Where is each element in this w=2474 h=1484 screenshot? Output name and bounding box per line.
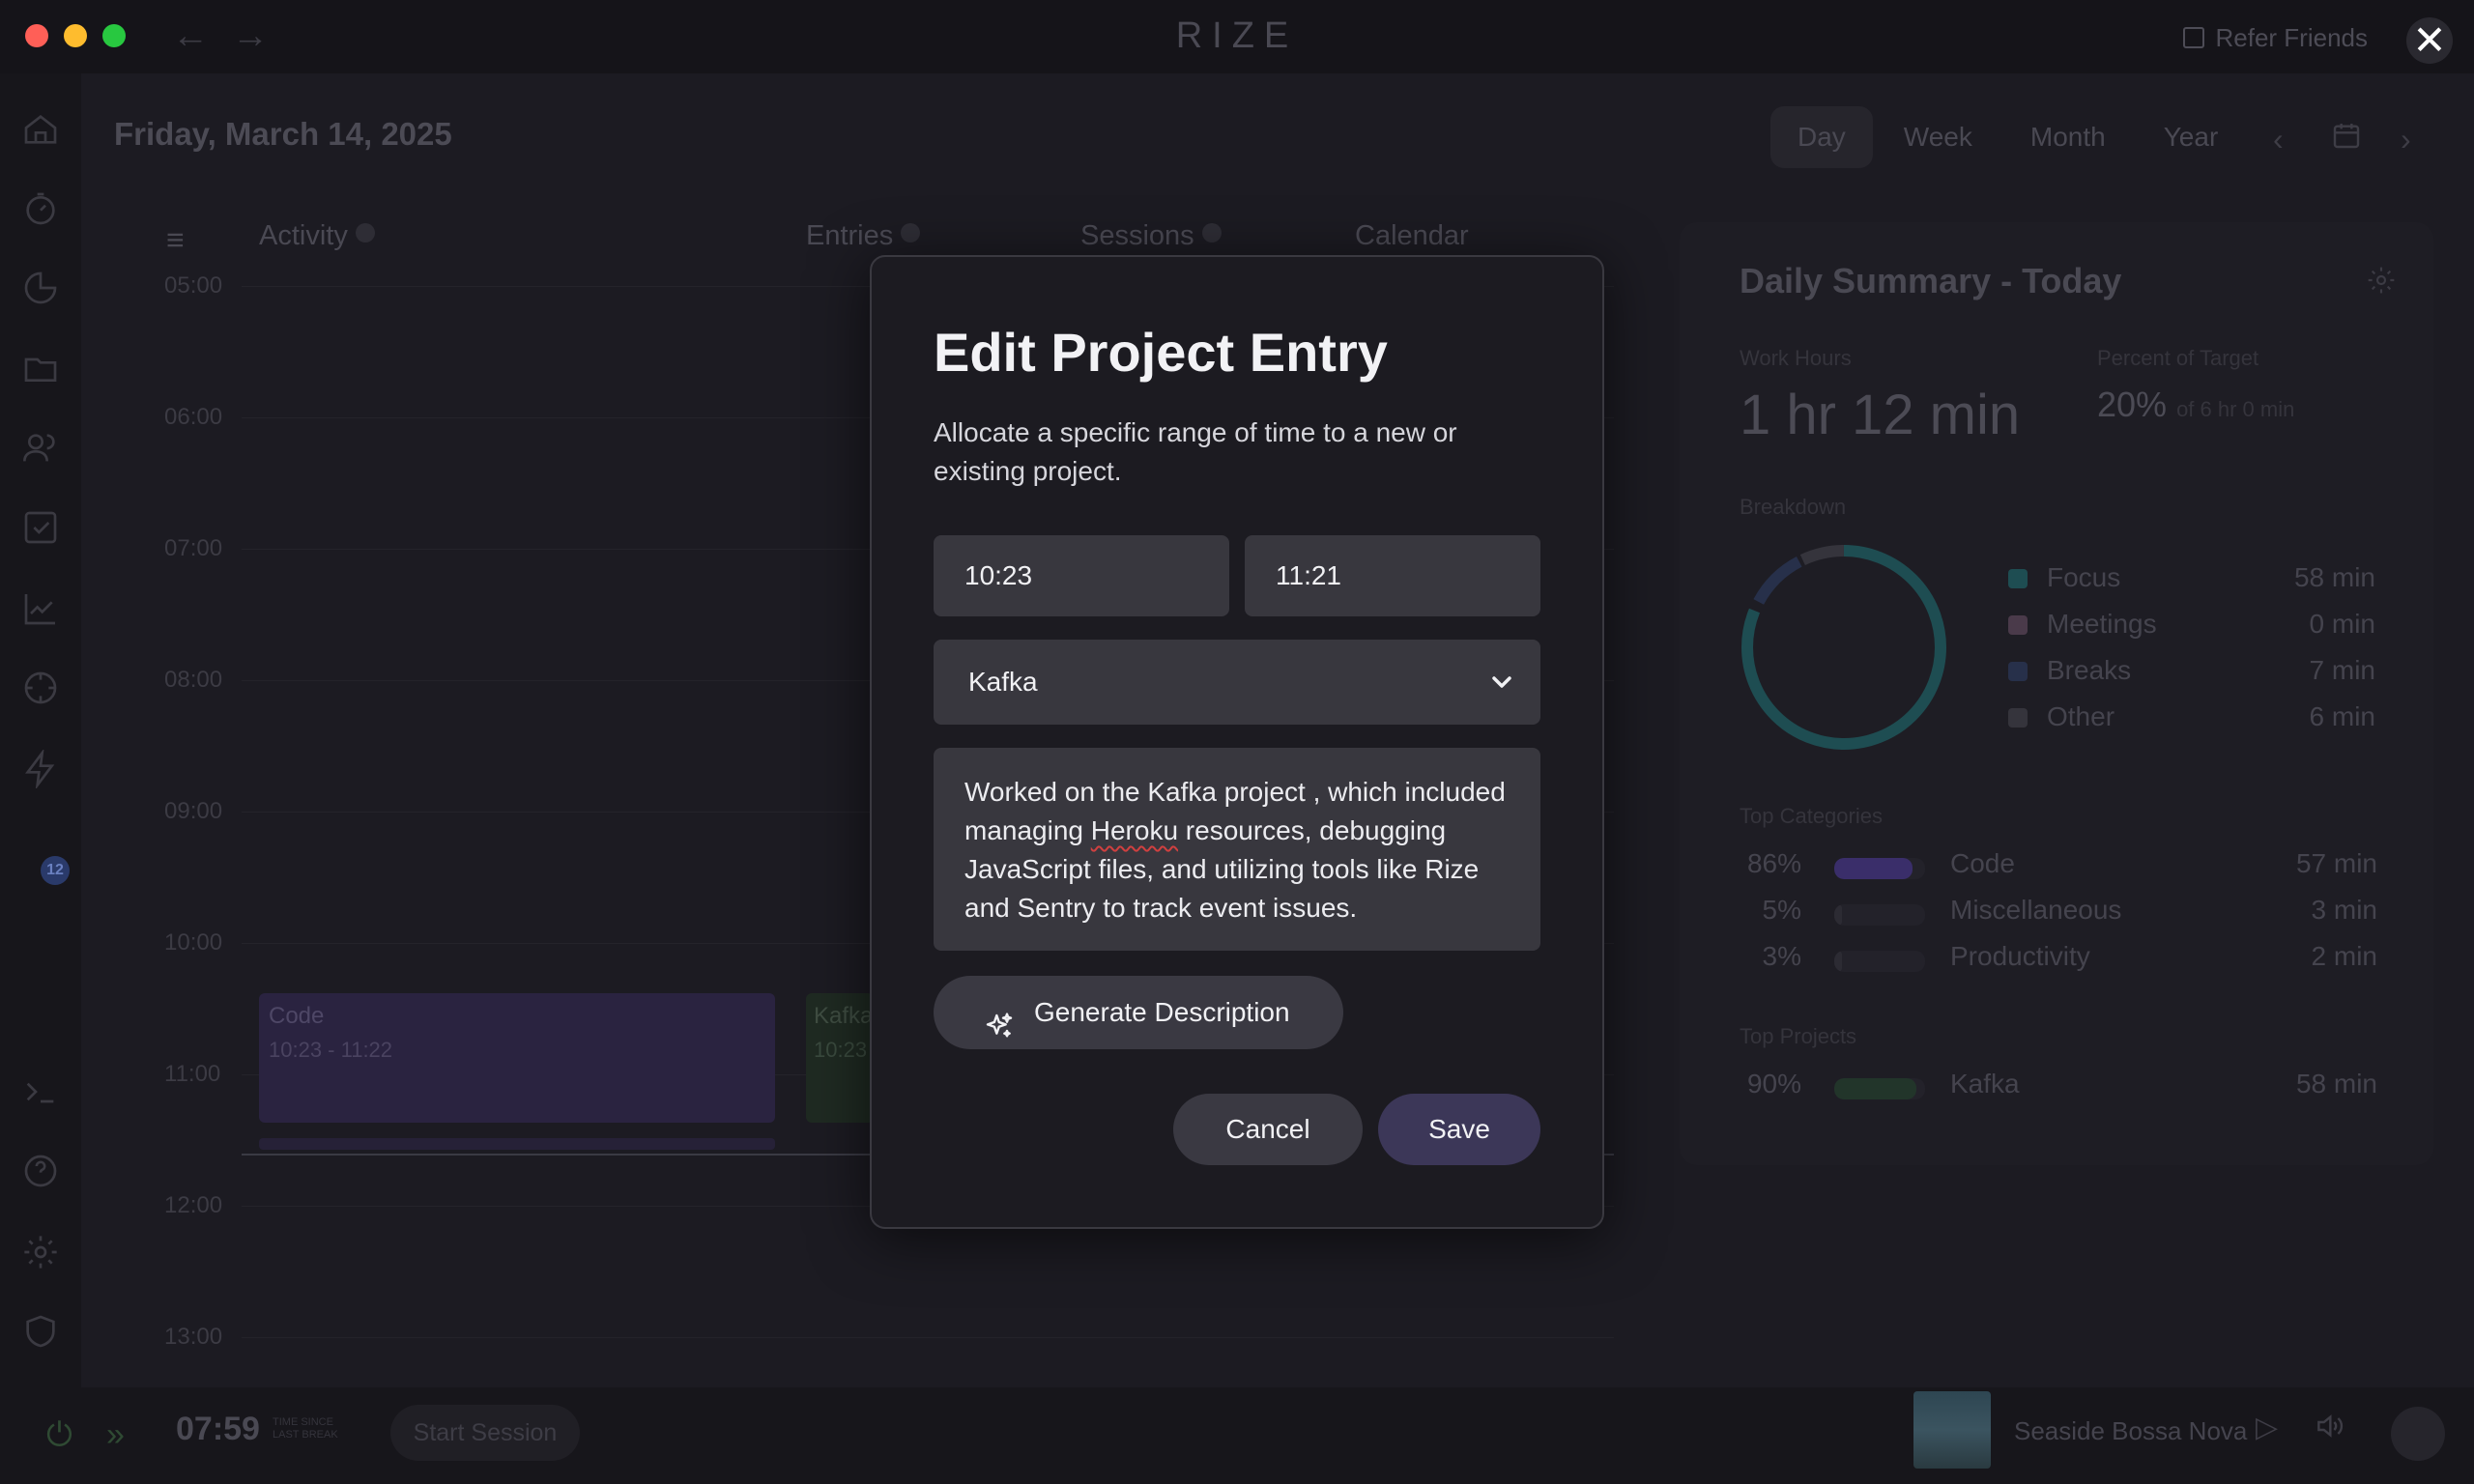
chevron-down-icon [1486,667,1517,698]
project-select-value: Kafka [968,667,1038,697]
rize-app-window: ← → RIZE Refer Friends ✕ 12 Friday, Marc… [0,0,2474,1484]
sparkle-icon [984,997,1015,1038]
generate-description-button[interactable]: Generate Description [934,976,1343,1049]
project-select[interactable]: Kafka [934,640,1540,725]
modal-description: Allocate a specific range of time to a n… [934,417,1457,486]
cancel-button[interactable]: Cancel [1173,1094,1363,1165]
end-time-input[interactable] [1245,535,1540,616]
modal-title: Edit Project Entry [934,322,1388,383]
start-time-input[interactable] [934,535,1229,616]
save-button[interactable]: Save [1378,1094,1540,1165]
entry-description-textarea[interactable]: Worked on the Kafka project , which incl… [934,748,1540,951]
misspelled-word: Heroku [1090,815,1179,845]
generate-description-label: Generate Description [1034,997,1290,1027]
edit-project-entry-modal: Edit Project Entry Allocate a specific r… [870,255,1604,1229]
